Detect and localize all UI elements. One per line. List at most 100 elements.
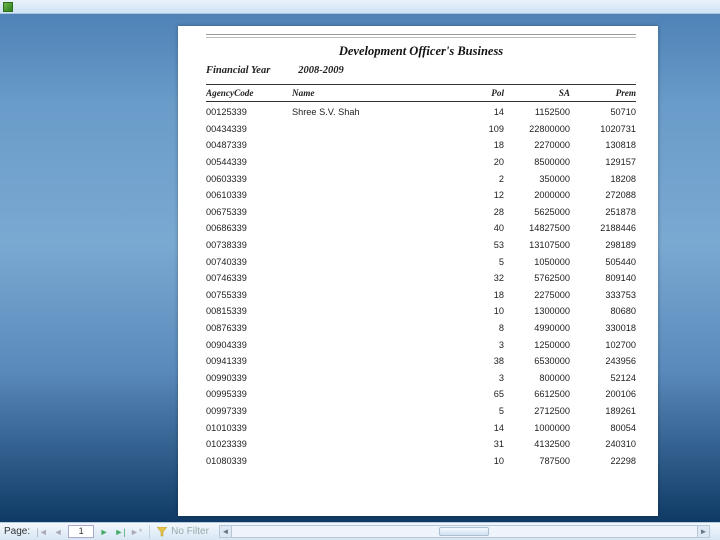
- table-row: 01023339314132500240310: [206, 436, 636, 453]
- cell-pol: 109: [464, 124, 512, 134]
- cell-sa: 4132500: [512, 439, 578, 449]
- cell-pol: 10: [464, 456, 512, 466]
- horizontal-scrollbar[interactable]: ◄ ►: [219, 525, 710, 538]
- col-pol: Pol: [464, 88, 512, 98]
- cell-prem: 251878: [578, 207, 636, 217]
- cell-sa: 2275000: [512, 290, 578, 300]
- cell-agency: 00941339: [206, 356, 292, 366]
- prev-page-button[interactable]: ◄: [52, 526, 64, 538]
- col-name: Name: [292, 88, 464, 98]
- cell-prem: 330018: [578, 323, 636, 333]
- cell-name: [292, 456, 464, 466]
- cell-sa: 8500000: [512, 157, 578, 167]
- cell-agency: 01010339: [206, 423, 292, 433]
- report-page: Development Officer's Business Financial…: [178, 26, 658, 516]
- cell-agency: 00876339: [206, 323, 292, 333]
- nav-sep: [149, 525, 150, 539]
- cell-sa: 1300000: [512, 306, 578, 316]
- table-row: 0090433931250000102700: [206, 336, 636, 353]
- cell-prem: 189261: [578, 406, 636, 416]
- new-record-button[interactable]: ►*: [130, 526, 142, 538]
- cell-agency: 00815339: [206, 306, 292, 316]
- cell-agency: 01023339: [206, 439, 292, 449]
- cell-prem: 2188446: [578, 223, 636, 233]
- cell-agency: 00746339: [206, 273, 292, 283]
- cell-agency: 00434339: [206, 124, 292, 134]
- scroll-thumb[interactable]: [439, 527, 489, 536]
- rule-top-2: [206, 37, 636, 38]
- table-row: 00941339386530000243956: [206, 353, 636, 370]
- cell-prem: 200106: [578, 389, 636, 399]
- fy-value: 2008-2009: [298, 65, 344, 76]
- table-row: 00487339182270000130818: [206, 137, 636, 154]
- cell-agency: 00997339: [206, 406, 292, 416]
- table-row: 00876339 84990000330018: [206, 320, 636, 337]
- first-page-button[interactable]: |◄: [36, 526, 48, 538]
- cell-name: Shree S.V. Shah: [292, 107, 464, 117]
- filter-icon[interactable]: [157, 527, 167, 537]
- page-number-input[interactable]: 1: [68, 525, 94, 538]
- cell-pol: 53: [464, 240, 512, 250]
- report-inner: Development Officer's Business Financial…: [206, 34, 636, 516]
- table-row: 00544339208500000129157: [206, 154, 636, 171]
- last-page-button[interactable]: ►|: [114, 526, 126, 538]
- cell-name: [292, 240, 464, 250]
- cell-prem: 80680: [578, 306, 636, 316]
- cell-pol: 18: [464, 140, 512, 150]
- cell-name: [292, 373, 464, 383]
- ribbon-strip: [0, 0, 720, 14]
- cell-agency: 00610339: [206, 190, 292, 200]
- cell-prem: 1020731: [578, 124, 636, 134]
- cell-pol: 2: [464, 174, 512, 184]
- cell-sa: 14827500: [512, 223, 578, 233]
- scroll-right-button[interactable]: ►: [697, 526, 709, 537]
- table-row: 007383395313107500298189: [206, 237, 636, 254]
- cell-sa: 6612500: [512, 389, 578, 399]
- cell-sa: 1000000: [512, 423, 578, 433]
- cell-prem: 80054: [578, 423, 636, 433]
- cell-prem: 50710: [578, 107, 636, 117]
- cell-name: [292, 290, 464, 300]
- cell-prem: 22298: [578, 456, 636, 466]
- table-row: 01010339 14100000080054: [206, 419, 636, 436]
- cell-prem: 129157: [578, 157, 636, 167]
- next-page-button[interactable]: ►: [98, 526, 110, 538]
- cell-name: [292, 323, 464, 333]
- cell-prem: 130818: [578, 140, 636, 150]
- cell-sa: 5625000: [512, 207, 578, 217]
- table-row: 010803391078750022298: [206, 452, 636, 469]
- table-row: 0068633940148275002188446: [206, 220, 636, 237]
- cell-prem: 52124: [578, 373, 636, 383]
- table-row: 00755339182275000333753: [206, 287, 636, 304]
- cell-agency: 00738339: [206, 240, 292, 250]
- cell-name: [292, 340, 464, 350]
- cell-pol: 3: [464, 340, 512, 350]
- scroll-left-button[interactable]: ◄: [220, 526, 232, 537]
- rule-top-1: [206, 34, 636, 35]
- cell-agency: 00544339: [206, 157, 292, 167]
- cell-name: [292, 356, 464, 366]
- cell-name: [292, 273, 464, 283]
- cell-pol: 8: [464, 323, 512, 333]
- record-nav-bar: Page: |◄ ◄ 1 ► ►| ►* No Filter ◄ ►: [0, 522, 720, 540]
- cell-name: [292, 174, 464, 184]
- cell-name: [292, 157, 464, 167]
- cell-agency: 00125339: [206, 107, 292, 117]
- col-agency: AgencyCode: [206, 88, 292, 98]
- cell-pol: 3: [464, 373, 512, 383]
- app-icon: [3, 2, 13, 12]
- table-row: 00746339325762500809140: [206, 270, 636, 287]
- report-stage: Development Officer's Business Financial…: [0, 14, 720, 522]
- table-row: 0099733952712500189261: [206, 403, 636, 420]
- cell-pol: 14: [464, 423, 512, 433]
- cell-name: [292, 439, 464, 449]
- cell-prem: 333753: [578, 290, 636, 300]
- table-header: AgencyCode Name Pol SA Prem: [206, 84, 636, 102]
- cell-prem: 240310: [578, 439, 636, 449]
- cell-agency: 00487339: [206, 140, 292, 150]
- cell-sa: 4990000: [512, 323, 578, 333]
- table-row: 0081533910130000080680: [206, 303, 636, 320]
- cell-pol: 18: [464, 290, 512, 300]
- cell-pol: 40: [464, 223, 512, 233]
- table-row: 00675339285625000251878: [206, 204, 636, 221]
